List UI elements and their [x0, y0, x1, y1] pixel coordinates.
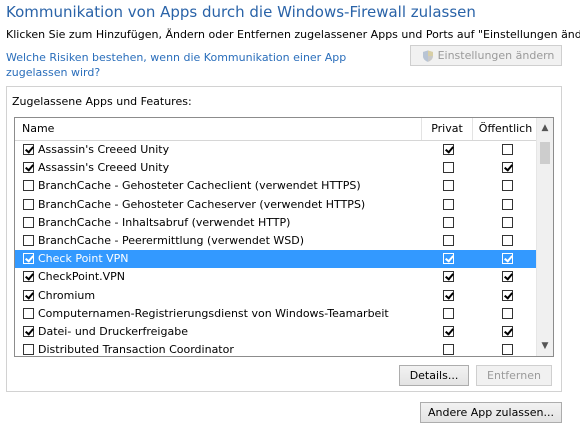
app-enabled-checkbox[interactable] — [23, 307, 34, 319]
app-name-label: BranchCache - Inhaltsabruf (verwendet HT… — [38, 215, 291, 229]
change-settings-button[interactable]: Einstellungen ändern — [410, 45, 562, 66]
list-item[interactable]: BranchCache - Gehosteter Cacheclient (ve… — [15, 177, 538, 195]
remove-button[interactable]: Entfernen — [476, 365, 552, 386]
app-name-label: BranchCache - Peerermittlung (verwendet … — [38, 233, 305, 247]
column-header-name[interactable]: Name — [15, 118, 422, 140]
scrollbar-thumb[interactable] — [540, 142, 550, 164]
list-item[interactable]: CheckPoint.VPN — [15, 268, 538, 286]
list-item[interactable]: Assassin's Creeed Unity — [15, 159, 538, 177]
app-enabled-checkbox[interactable] — [23, 271, 34, 283]
app-name-label: CheckPoint.VPN — [38, 270, 126, 284]
public-network-checkbox[interactable] — [502, 344, 513, 356]
app-enabled-checkbox[interactable] — [23, 144, 34, 155]
app-name-label: Assassin's Creeed Unity — [38, 143, 170, 156]
allowed-apps-list[interactable]: Name Privat Öffentlich Assassin's Creeed… — [14, 117, 554, 357]
private-network-checkbox[interactable] — [443, 162, 454, 174]
app-name-label: Datei- und Druckerfreigabe — [38, 324, 188, 338]
public-network-checkbox[interactable] — [502, 271, 513, 283]
app-name-label: Distributed Transaction Coordinator — [38, 343, 234, 357]
list-item[interactable]: Datei- und Druckerfreigabe — [15, 323, 538, 341]
change-settings-label: Einstellungen ändern — [437, 49, 555, 62]
list-item[interactable]: BranchCache - Peerermittlung (verwendet … — [15, 232, 538, 250]
public-network-checkbox[interactable] — [502, 325, 513, 337]
private-network-checkbox[interactable] — [443, 271, 454, 283]
private-network-checkbox[interactable] — [443, 216, 454, 228]
page-instructions: Klicken Sie zum Hinzufügen, Ändern oder … — [6, 28, 580, 41]
private-network-checkbox[interactable] — [443, 198, 454, 210]
app-enabled-checkbox[interactable] — [23, 253, 34, 265]
app-enabled-checkbox[interactable] — [23, 344, 34, 356]
app-enabled-checkbox[interactable] — [23, 162, 34, 174]
list-item[interactable]: BranchCache - Inhaltsabruf (verwendet HT… — [15, 214, 538, 232]
app-name-label: Assassin's Creeed Unity — [38, 161, 170, 175]
app-enabled-checkbox[interactable] — [23, 234, 34, 246]
list-header: Name Privat Öffentlich — [15, 118, 538, 141]
public-network-checkbox[interactable] — [502, 198, 513, 210]
list-item[interactable]: Assassin's Creeed Unity — [15, 141, 538, 159]
public-network-checkbox[interactable] — [502, 289, 513, 301]
column-header-private[interactable]: Privat — [422, 118, 473, 140]
app-enabled-checkbox[interactable] — [23, 198, 34, 210]
app-enabled-checkbox[interactable] — [23, 289, 34, 301]
list-rows: Assassin's Creeed Unity Assassin's Creeed… — [15, 141, 538, 357]
app-enabled-checkbox[interactable] — [23, 216, 34, 228]
public-network-checkbox[interactable] — [502, 307, 513, 319]
app-enabled-checkbox[interactable] — [23, 180, 34, 192]
private-network-checkbox[interactable] — [443, 253, 454, 265]
private-network-checkbox[interactable] — [443, 144, 454, 155]
details-button[interactable]: Details... — [399, 365, 469, 386]
uac-shield-icon — [422, 50, 434, 62]
list-item[interactable]: Chromium — [15, 287, 538, 305]
app-name-label: BranchCache - Gehosteter Cacheclient (ve… — [38, 179, 361, 193]
page-title: Kommunikation von Apps durch die Windows… — [6, 3, 476, 21]
private-network-checkbox[interactable] — [443, 180, 454, 192]
public-network-checkbox[interactable] — [502, 144, 513, 155]
private-network-checkbox[interactable] — [443, 234, 454, 246]
allowed-apps-label: Zugelassene Apps und Features: — [12, 95, 192, 108]
app-name-label: Chromium — [38, 288, 96, 302]
public-network-checkbox[interactable] — [502, 253, 513, 265]
app-name-label: Computernamen-Registrierungsdienst von W… — [38, 306, 389, 320]
scroll-down-arrow-icon[interactable]: ▼ — [537, 338, 553, 354]
column-header-public[interactable]: Öffentlich — [473, 118, 538, 140]
public-network-checkbox[interactable] — [502, 216, 513, 228]
public-network-checkbox[interactable] — [502, 180, 513, 192]
allow-another-app-button[interactable]: Andere App zulassen... — [420, 402, 562, 423]
private-network-checkbox[interactable] — [443, 307, 454, 319]
app-name-label: Check Point VPN — [38, 252, 129, 266]
private-network-checkbox[interactable] — [443, 289, 454, 301]
app-enabled-checkbox[interactable] — [23, 325, 34, 337]
private-network-checkbox[interactable] — [443, 325, 454, 337]
vertical-scrollbar[interactable]: ▲ ▼ — [536, 118, 553, 356]
public-network-checkbox[interactable] — [502, 162, 513, 174]
scroll-up-arrow-icon[interactable]: ▲ — [537, 120, 553, 136]
list-item[interactable]: Computernamen-Registrierungsdienst von W… — [15, 305, 538, 323]
list-item[interactable]: Check Point VPN — [15, 250, 538, 269]
public-network-checkbox[interactable] — [502, 234, 513, 246]
list-item[interactable]: BranchCache - Gehosteter Cacheserver (ve… — [15, 196, 538, 214]
list-item[interactable]: Distributed Transaction Coordinator — [15, 341, 538, 357]
private-network-checkbox[interactable] — [443, 344, 454, 356]
risks-help-link[interactable]: Welche Risiken bestehen, wenn die Kommun… — [6, 50, 396, 80]
app-name-label: BranchCache - Gehosteter Cacheserver (ve… — [38, 197, 366, 211]
